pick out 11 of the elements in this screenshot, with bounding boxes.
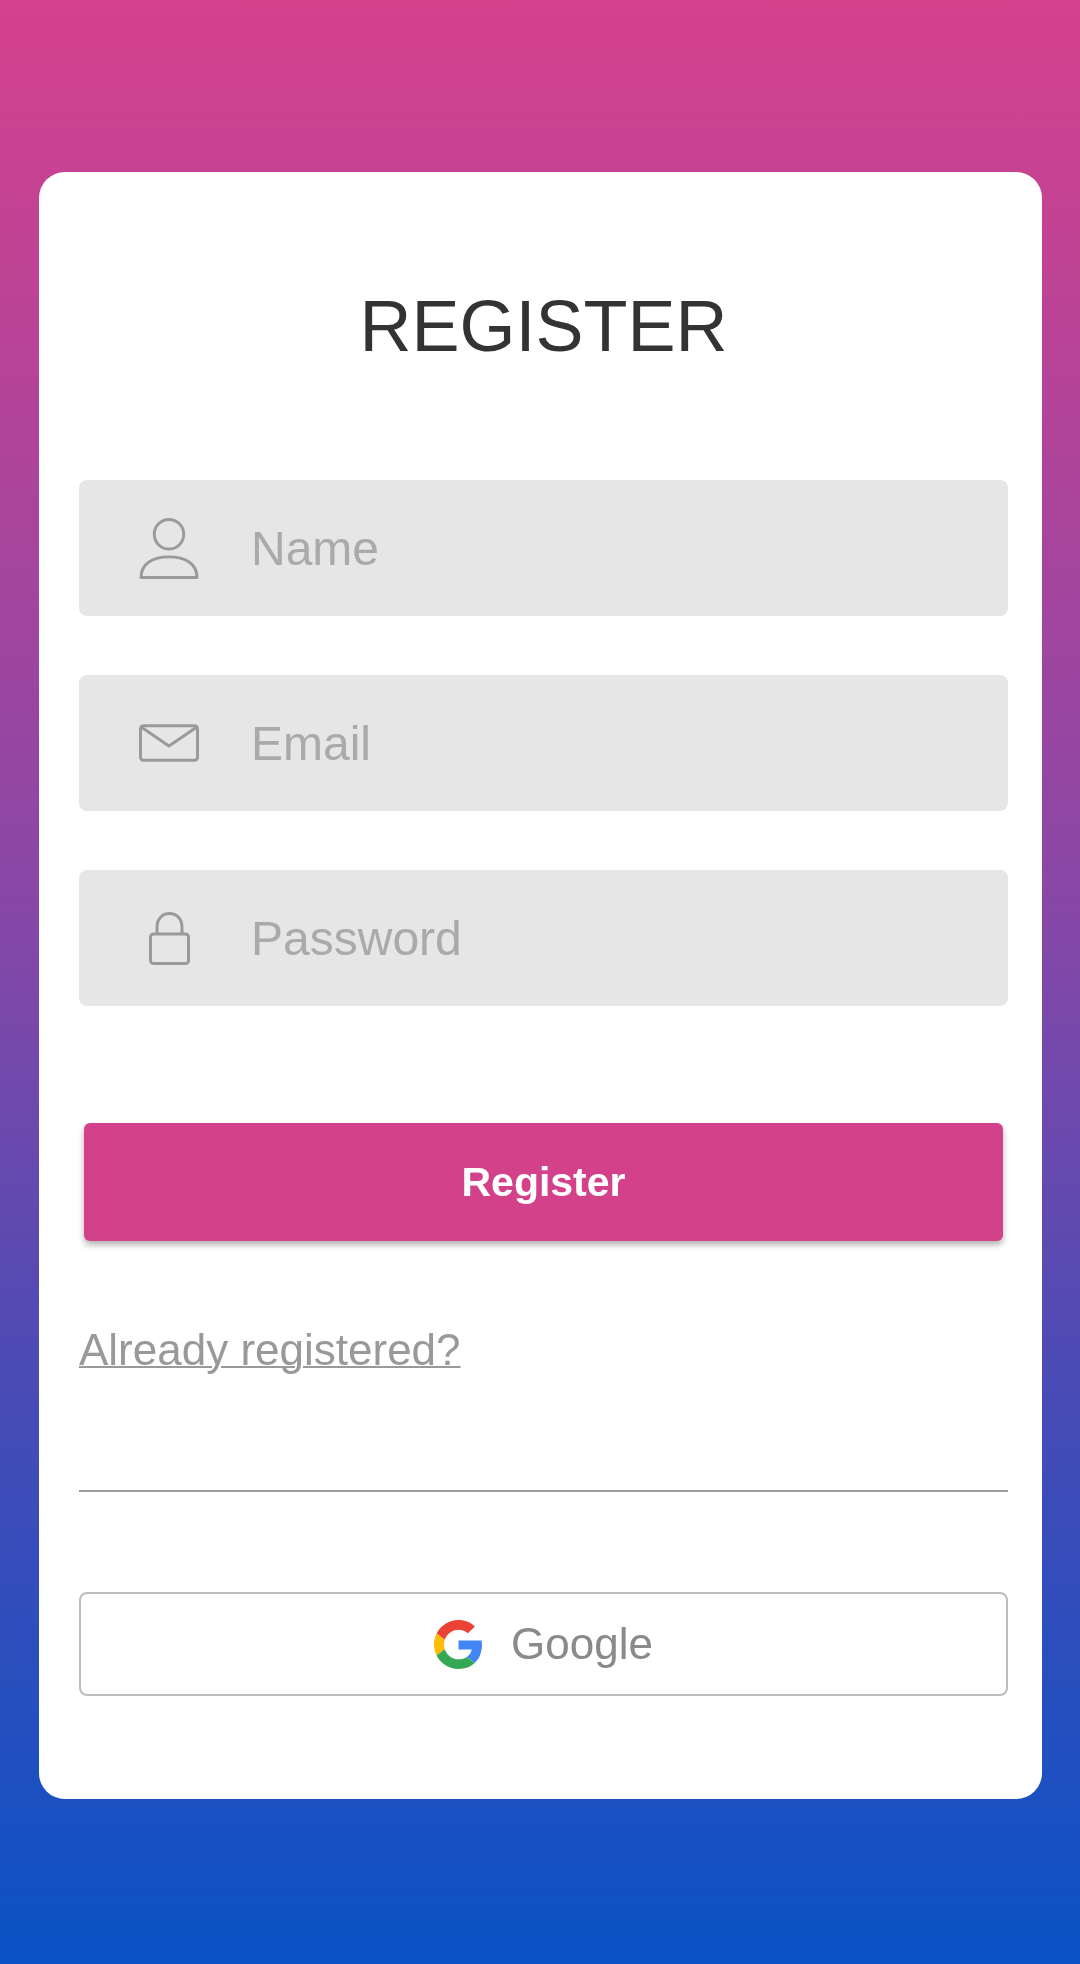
google-sign-in-button[interactable]: Google (79, 1592, 1008, 1696)
password-field[interactable]: Password (79, 870, 1008, 1006)
email-field[interactable]: Email (79, 675, 1008, 811)
lock-icon (148, 911, 190, 965)
already-registered-link[interactable]: Already registered? (79, 1328, 461, 1372)
register-button[interactable]: Register (84, 1123, 1003, 1241)
register-title: REGISTER (359, 290, 728, 362)
name-field[interactable]: Name (79, 480, 1008, 616)
person-icon (139, 516, 199, 580)
envelope-icon (139, 724, 199, 762)
google-logo-icon (434, 1619, 484, 1669)
